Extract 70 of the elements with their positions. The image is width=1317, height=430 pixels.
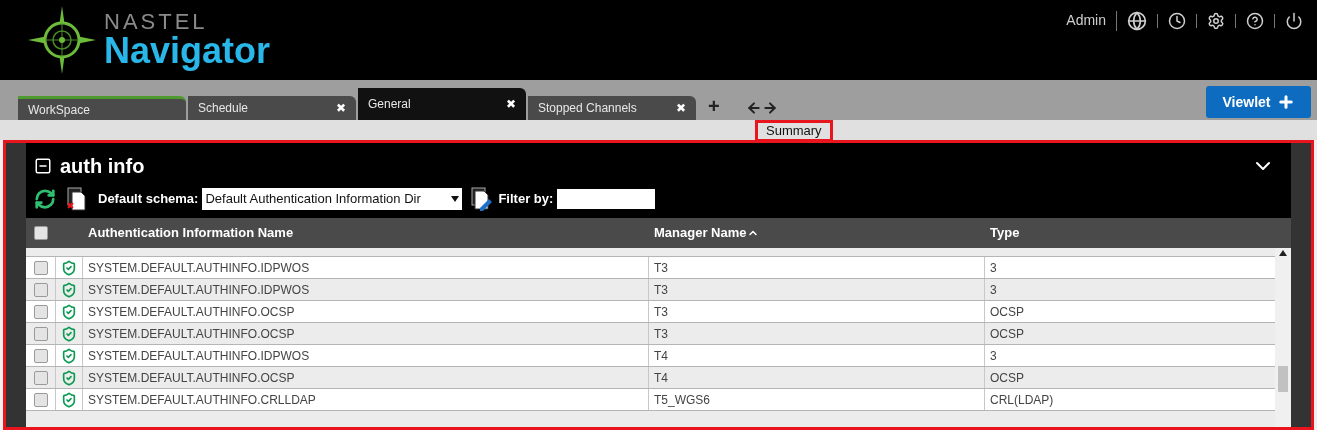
document-edit-icon[interactable]: [470, 187, 495, 211]
shield-check-icon: [61, 347, 77, 364]
checkbox[interactable]: [33, 282, 48, 297]
panel-title: auth info: [60, 154, 145, 179]
table-cell-text: OCSP: [990, 369, 1024, 387]
table-cell-text: SYSTEM.DEFAULT.AUTHINFO.OCSP: [88, 369, 295, 387]
shield-check-icon: [61, 369, 77, 386]
shield-check-icon: [61, 281, 77, 298]
user-name[interactable]: Admin: [1066, 10, 1106, 31]
close-icon[interactable]: ✖: [506, 95, 516, 113]
checkbox[interactable]: [34, 226, 48, 240]
plus-icon: [1276, 93, 1295, 111]
table-cell-text: CRL(LDAP): [990, 391, 1054, 409]
scrollbar-thumb[interactable]: [1278, 366, 1288, 392]
table-cell-text: SYSTEM.DEFAULT.AUTHINFO.IDPWOS: [88, 259, 310, 277]
document-delete-icon[interactable]: [66, 187, 88, 211]
viewlet-button[interactable]: Viewlet: [1206, 86, 1311, 118]
table-cell-text: T3: [654, 281, 668, 299]
scrollbar[interactable]: [1275, 248, 1291, 427]
schema-dropdown[interactable]: Default Authentication Information Dir: [202, 188, 463, 210]
table-cell-text: T4: [654, 369, 668, 387]
table-cell-text: 3: [990, 347, 997, 365]
table-cell-text: T5_WGS6: [654, 391, 710, 409]
table-cell-text: SYSTEM.DEFAULT.AUTHINFO.CRLLDAP: [88, 391, 316, 409]
checkbox[interactable]: [33, 304, 48, 319]
shield-check-icon: [61, 325, 77, 342]
column-header[interactable]: Type: [990, 223, 1020, 243]
logo-text: Navigator: [104, 33, 271, 69]
globe-icon[interactable]: [1127, 10, 1147, 31]
column-header[interactable]: Authentication Information Name: [88, 223, 294, 243]
tab[interactable]: Schedule ✖: [188, 96, 356, 120]
table-cell-text: 3: [990, 281, 997, 299]
scroll-up-icon[interactable]: [1279, 250, 1287, 256]
table-cell-text: T4: [654, 347, 668, 365]
schema-label: Default schema:: [98, 190, 199, 209]
checkbox[interactable]: [33, 392, 48, 407]
checkbox[interactable]: [33, 260, 48, 275]
tab[interactable]: Stopped Channels ✖: [528, 96, 696, 120]
table-cell-text: SYSTEM.DEFAULT.AUTHINFO.IDPWOS: [88, 347, 310, 365]
checkbox[interactable]: [33, 326, 48, 341]
close-icon[interactable]: ✖: [676, 99, 686, 117]
checkbox[interactable]: [33, 348, 48, 363]
table-cell-text: SYSTEM.DEFAULT.AUTHINFO.OCSP: [88, 325, 295, 343]
logo-text: NASTEL: [104, 11, 209, 33]
table-cell-text: T3: [654, 325, 668, 343]
power-icon[interactable]: [1285, 11, 1303, 30]
dropdown-triangle-icon: [451, 196, 460, 202]
refresh-icon[interactable]: [34, 188, 56, 210]
tab[interactable]: General ✖: [358, 88, 526, 120]
close-icon[interactable]: ✖: [336, 99, 346, 117]
table-cell-text: OCSP: [990, 303, 1024, 321]
shield-check-icon: [61, 259, 77, 276]
settings-icon[interactable]: [1207, 11, 1225, 30]
add-tab-button[interactable]: +: [708, 96, 720, 116]
shield-check-icon: [61, 303, 77, 320]
table-cell-text: SYSTEM.DEFAULT.AUTHINFO.OCSP: [88, 303, 295, 321]
column-header[interactable]: Manager Name: [654, 223, 760, 243]
table-cell-text: OCSP: [990, 325, 1024, 343]
clock-icon[interactable]: [1168, 11, 1186, 30]
checkbox[interactable]: [33, 370, 48, 385]
table-cell-text: SYSTEM.DEFAULT.AUTHINFO.IDPWOS: [88, 281, 310, 299]
help-icon[interactable]: [1246, 11, 1264, 30]
table-cell-text: T3: [654, 303, 668, 321]
shield-check-icon: [61, 391, 77, 408]
table-cell-text: T3: [654, 259, 668, 277]
filter-field[interactable]: [557, 189, 656, 209]
collapse-icon[interactable]: [34, 157, 52, 175]
tab[interactable]: WorkSpace: [18, 96, 186, 120]
table-cell-text: 3: [990, 259, 997, 277]
filter-label: Filter by:: [498, 190, 554, 209]
